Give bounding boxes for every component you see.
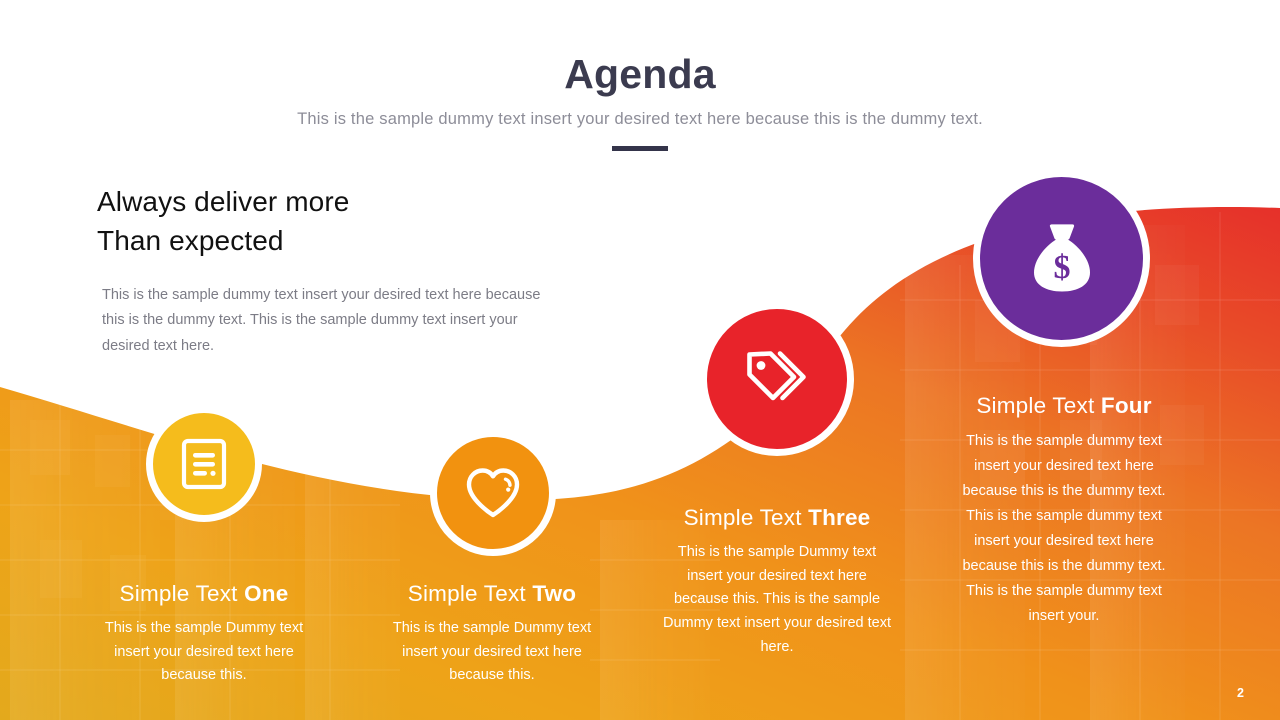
- page-title: Agenda: [564, 51, 716, 97]
- page-number: 2: [1237, 686, 1244, 700]
- intro-block: Always deliver more Than expected This i…: [97, 183, 567, 359]
- step-body-three: This is the sample Dummy text insert you…: [662, 544, 892, 655]
- step-body-one: This is the sample Dummy text insert you…: [104, 620, 304, 684]
- title-underline-rule: [612, 146, 668, 152]
- step-title-two-prefix: Simple Text: [407, 581, 533, 606]
- step-title-two-emphasis: Two: [532, 581, 577, 606]
- step-text-three: Simple Text Three This is the sample Dum…: [661, 504, 893, 659]
- step-title-one: Simple Text One: [88, 580, 320, 607]
- step-circle-four[interactable]: $: [973, 170, 1150, 347]
- step-title-four-prefix: Simple Text: [976, 393, 1101, 418]
- page-subtitle: This is the sample dummy text insert you…: [297, 110, 983, 129]
- step-title-one-prefix: Simple Text: [119, 581, 245, 606]
- money-bag-icon: $: [1029, 222, 1095, 296]
- step-title-four-emphasis: Four: [1100, 393, 1152, 418]
- intro-heading-line-1: Always deliver more: [97, 186, 350, 217]
- intro-body-text: This is the sample dummy text insert you…: [102, 286, 541, 354]
- step-title-two: Simple Text Two: [376, 580, 608, 607]
- slide-header: Agenda This is the sample dummy text ins…: [0, 0, 1280, 152]
- step-text-two: Simple Text Two This is the sample Dummy…: [376, 580, 608, 688]
- step-circle-one[interactable]: [146, 406, 262, 522]
- step-title-four: Simple Text Four: [948, 392, 1180, 419]
- svg-text:$: $: [1053, 249, 1070, 286]
- tags-icon: [744, 348, 810, 410]
- agenda-slide: Agenda This is the sample dummy text ins…: [0, 0, 1280, 720]
- step-text-four: Simple Text Four This is the sample dumm…: [948, 392, 1180, 629]
- step-body-four: This is the sample dummy text insert you…: [962, 433, 1166, 624]
- document-icon: [181, 438, 227, 490]
- intro-heading-line-2: Than expected: [97, 224, 284, 256]
- heart-icon: [464, 466, 522, 520]
- step-body-two: This is the sample Dummy text insert you…: [392, 620, 592, 684]
- intro-heading: Always deliver more Than expected: [97, 183, 567, 261]
- step-text-one: Simple Text One This is the sample Dummy…: [88, 580, 320, 688]
- step-circle-three[interactable]: [700, 302, 854, 456]
- step-title-three: Simple Text Three: [661, 504, 893, 531]
- step-title-three-prefix: Simple Text: [683, 505, 809, 530]
- step-title-three-emphasis: Three: [808, 505, 871, 530]
- step-title-one-emphasis: One: [244, 581, 289, 606]
- step-circle-two[interactable]: [430, 430, 556, 556]
